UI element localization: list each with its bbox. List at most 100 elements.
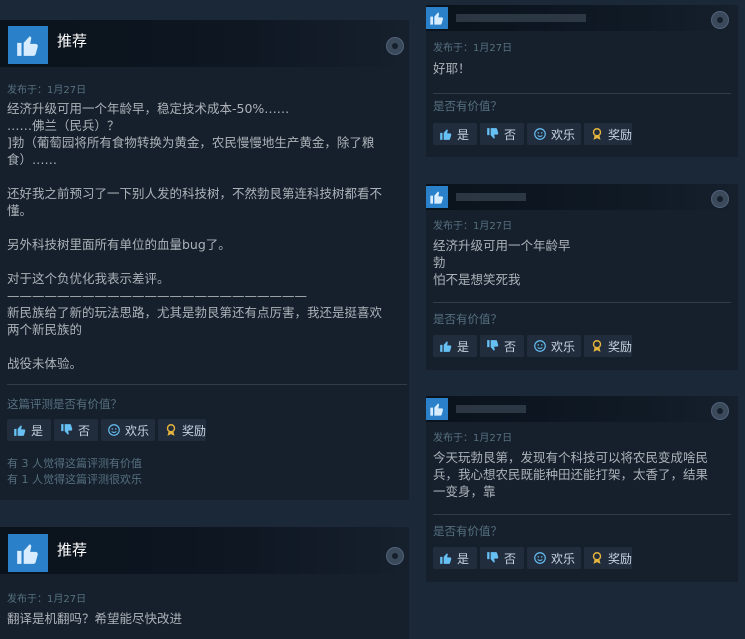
steam-icon — [711, 11, 729, 29]
avatar[interactable] — [426, 7, 448, 29]
award-button[interactable]: 奖励 — [158, 419, 206, 441]
thumbs-down-icon — [487, 128, 499, 139]
vote-yes-label: 是 — [31, 423, 44, 438]
award-icon — [592, 340, 602, 352]
award-label: 奖励 — [608, 551, 633, 566]
review-card: 推荐 发布于：1月27日 经济升级可用一个年龄早，稳定技术成本-50%…… ……佛… — [0, 20, 409, 500]
steam-icon — [386, 37, 404, 55]
vote-funny-label: 欢乐 — [125, 423, 150, 438]
helpful-question: 是否有价值？ — [433, 99, 502, 113]
steam-icon — [711, 190, 729, 208]
thumbs-down-icon — [61, 424, 73, 435]
comment-body: 经济升级可用一个年龄早 勃 怕不是想笑死我 — [433, 238, 571, 287]
helpful-question: 是否有价值？ — [433, 312, 502, 326]
award-button[interactable]: 奖励 — [584, 547, 632, 569]
comment-card: 发布于：1月27日 今天玩勃艮第，发现有个科技可以将农民变成啥民 兵，我心想农民… — [426, 396, 738, 582]
review-line: 另外科技树里面所有单位的血量bug了。 — [7, 237, 231, 252]
vote-funny-button[interactable]: 欢乐 — [527, 335, 581, 357]
comment-body: 好耶！ — [433, 61, 471, 76]
vote-funny-label: 欢乐 — [551, 127, 576, 142]
divider — [433, 93, 731, 94]
award-icon — [166, 424, 176, 436]
thumbs-up-icon — [14, 425, 26, 436]
review-date: 发布于：1月27日 — [7, 594, 87, 605]
thumbs-down-icon — [487, 340, 499, 351]
vote-yes-label: 是 — [457, 339, 470, 354]
review-line: ……佛兰（民兵）？ — [7, 118, 120, 133]
vote-yes-button[interactable]: 是 — [433, 547, 477, 569]
vote-no-button[interactable]: 否 — [480, 547, 524, 569]
vote-no-label: 否 — [504, 127, 517, 142]
smiley-icon — [108, 424, 120, 436]
username-blurred — [456, 14, 586, 22]
award-label: 奖励 — [608, 339, 633, 354]
review-body: 翻译是机翻吗？希望能尽快改进 — [7, 611, 183, 626]
helpful-stats: 有 3 人觉得这篇评测有价值 有 1 人觉得这篇评测很欢乐 — [7, 456, 142, 488]
vote-yes-button[interactable]: 是 — [433, 123, 477, 145]
vote-funny-button[interactable]: 欢乐 — [527, 123, 581, 145]
award-button[interactable]: 奖励 — [584, 335, 632, 357]
review-line: 新民族给了新的玩法思路，尤其是勃艮第还有点厉害，我还是挺喜欢 — [7, 305, 383, 320]
vote-yes-button[interactable]: 是 — [7, 419, 51, 441]
award-button[interactable]: 奖励 — [584, 123, 632, 145]
review-line — [7, 168, 407, 185]
comment-card: 发布于：1月27日 经济升级可用一个年龄早 勃 怕不是想笑死我 是否有价值？ 是… — [426, 184, 738, 370]
comment-body: 今天玩勃艮第，发现有个科技可以将农民变成啥民 兵，我心想农民既能种田还能打架，太… — [433, 450, 709, 499]
avatar[interactable] — [426, 398, 448, 420]
award-icon — [592, 128, 602, 140]
steam-icon — [711, 402, 729, 420]
steam-icon — [386, 547, 404, 565]
vote-no-label: 否 — [504, 339, 517, 354]
comment-date: 发布于：1月27日 — [433, 433, 513, 444]
thumbs-down-icon — [487, 552, 499, 563]
review-line: 经济升级可用一个年龄早，稳定技术成本-50%…… — [7, 101, 290, 116]
vote-yes-label: 是 — [457, 127, 470, 142]
username-blurred — [456, 405, 526, 413]
review-title[interactable]: 推荐 — [57, 30, 87, 51]
divider — [433, 302, 731, 303]
comment-date: 发布于：1月27日 — [433, 43, 513, 54]
vote-no-label: 否 — [504, 551, 517, 566]
vote-no-button[interactable]: 否 — [480, 123, 524, 145]
avatar[interactable] — [426, 186, 448, 208]
vote-no-label: 否 — [78, 423, 91, 438]
review-line: ]勃（葡萄园将所有食物转换为黄金，农民慢慢地生产黄金，除了粮 — [7, 135, 375, 150]
review-line: 懂。 — [7, 203, 33, 218]
vote-funny-label: 欢乐 — [551, 551, 576, 566]
vote-no-button[interactable]: 否 — [54, 419, 98, 441]
award-label: 奖励 — [608, 127, 633, 142]
award-label: 奖励 — [182, 423, 207, 438]
vote-funny-button[interactable]: 欢乐 — [101, 419, 155, 441]
review-line: 两个新民族的 — [7, 322, 83, 337]
helpful-question: 这篇评测是否有价值？ — [7, 397, 122, 411]
thumbs-up-icon — [440, 553, 452, 564]
review-line: 对于这个负优化我表示差评。 — [7, 271, 170, 286]
review-line — [7, 219, 407, 236]
divider — [7, 384, 407, 385]
review-line — [7, 338, 407, 355]
award-icon — [592, 552, 602, 564]
smiley-icon — [534, 340, 546, 352]
review-line: ———————————————————————— — [7, 288, 307, 303]
thumbs-up-icon — [440, 341, 452, 352]
review-line: 还好我之前预习了一下别人发的科技树，不然勃艮第连科技树都看不 — [7, 186, 383, 201]
review-line — [7, 253, 407, 270]
smiley-icon — [534, 552, 546, 564]
helpful-question: 是否有价值？ — [433, 524, 502, 538]
recommended-thumb-icon — [8, 534, 48, 572]
comment-date: 发布于：1月27日 — [433, 221, 513, 232]
vote-funny-label: 欢乐 — [551, 339, 576, 354]
comment-card: 发布于：1月27日 好耶！ 是否有价值？ 是 否 欢乐 奖励 — [426, 5, 738, 157]
vote-yes-button[interactable]: 是 — [433, 335, 477, 357]
thumbs-up-icon — [440, 129, 452, 140]
review-line: 战役未体验。 — [7, 356, 83, 371]
vote-funny-button[interactable]: 欢乐 — [527, 547, 581, 569]
vote-yes-label: 是 — [457, 551, 470, 566]
smiley-icon — [534, 128, 546, 140]
vote-no-button[interactable]: 否 — [480, 335, 524, 357]
recommended-thumb-icon — [8, 26, 48, 64]
review-title[interactable]: 推荐 — [57, 539, 87, 560]
username-blurred — [456, 193, 526, 201]
review-card: 推荐 发布于：1月27日 翻译是机翻吗？希望能尽快改进 — [0, 527, 409, 639]
review-date: 发布于：1月27日 — [7, 85, 87, 96]
